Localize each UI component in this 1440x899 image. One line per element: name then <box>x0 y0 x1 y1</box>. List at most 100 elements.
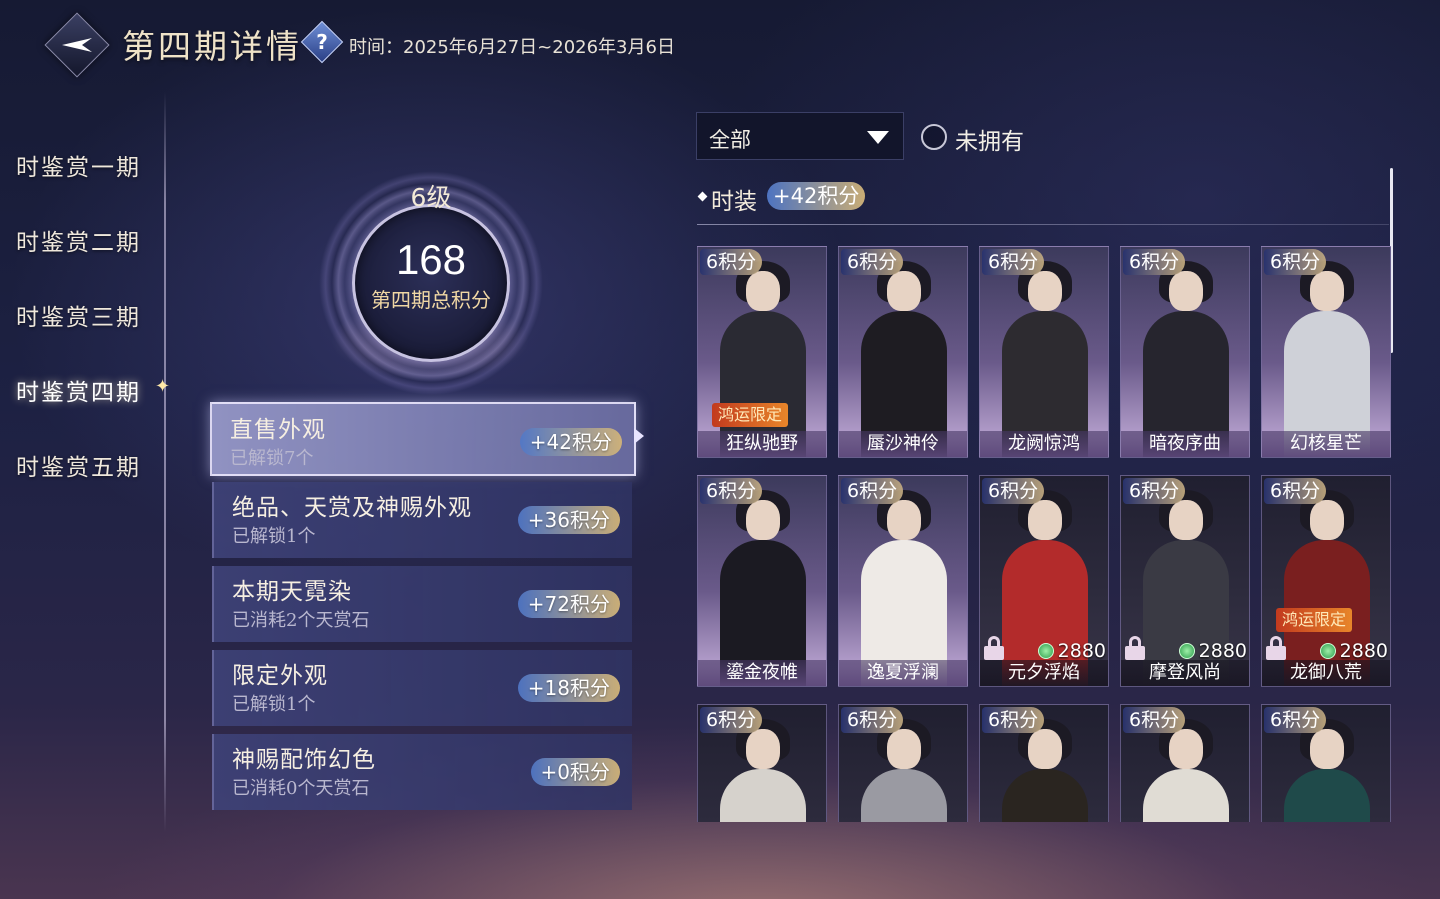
character-outfit <box>1284 769 1370 822</box>
card-points-badge: 6积分 <box>841 478 904 504</box>
character-outfit <box>861 769 947 822</box>
period-time: 时间：2025年6月27日~2026年3月6日 <box>349 37 675 58</box>
lock-icon <box>1266 636 1286 660</box>
card-name: 龙御八荒 <box>1262 660 1390 686</box>
character-outfit <box>1143 769 1229 822</box>
page-title: 第四期详情 <box>122 27 302 66</box>
nav-item-period-5[interactable]: 时鉴赏五期 <box>16 448 141 482</box>
category-limited[interactable]: 限定外观 已解锁1个 +18积分 <box>212 650 632 726</box>
outfit-card[interactable]: 6积分 暗夜序曲 <box>1120 246 1250 458</box>
price-value: 2880 <box>1057 640 1106 662</box>
card-points-badge: 6积分 <box>841 249 904 275</box>
category-title: 本期天霓染 <box>232 579 352 605</box>
character-face <box>887 729 921 769</box>
outfit-card[interactable]: 6积分 鎏金夜帷 <box>697 475 827 687</box>
card-points-badge: 6积分 <box>700 478 763 504</box>
card-price: 2880 <box>1319 640 1388 662</box>
outfit-card[interactable]: 6积分 逸夏浮澜 <box>838 475 968 687</box>
question-icon[interactable]: ? <box>307 27 337 57</box>
filter-value: 全部 <box>709 128 751 152</box>
active-marker-icon: ✦ <box>155 376 171 397</box>
outfit-card[interactable]: 6积分 2880 摩登风尚 <box>1120 475 1250 687</box>
lock-icon <box>984 636 1004 660</box>
card-points-badge: 6积分 <box>1123 478 1186 504</box>
outfit-card[interactable]: 6积分 <box>1120 704 1250 822</box>
lock-icon <box>1125 636 1145 660</box>
category-subtitle: 已消耗2个天赏石 <box>232 610 370 631</box>
card-price: 2880 <box>1178 640 1247 662</box>
section-bullet-icon <box>697 191 708 202</box>
not-owned-radio[interactable] <box>921 124 947 150</box>
card-price: 2880 <box>1037 640 1106 662</box>
outfit-card[interactable]: 6积分 <box>1261 704 1391 822</box>
card-points-badge: 6积分 <box>1123 707 1186 733</box>
category-title: 神赐配饰幻色 <box>232 747 376 773</box>
card-points-badge: 6积分 <box>1264 478 1327 504</box>
outfit-card[interactable]: 6积分 鸿运限定 狂纵驰野 <box>697 246 827 458</box>
outfit-card[interactable]: 6积分蜃沙神伶 <box>838 246 968 458</box>
character-face <box>1028 271 1062 311</box>
level-text: 6级 <box>410 183 452 212</box>
outfit-card[interactable]: 6积分 幻核星芒 <box>1261 246 1391 458</box>
back-arrow-icon[interactable] <box>54 22 100 68</box>
card-points-badge: 6积分 <box>982 478 1045 504</box>
nav-item-period-1[interactable]: 时鉴赏一期 <box>16 148 141 182</box>
card-points-badge: 6积分 <box>982 249 1045 275</box>
character-outfit <box>1002 769 1088 822</box>
category-points-badge: +42积分 <box>519 428 622 456</box>
category-dye[interactable]: 本期天霓染 已消耗2个天赏石 +72积分 <box>212 566 632 642</box>
outfit-card[interactable]: 6积分 2880 元夕浮焰 <box>979 475 1109 687</box>
character-face <box>1169 729 1203 769</box>
character-face <box>1310 500 1344 540</box>
category-points-badge: +18积分 <box>517 674 620 702</box>
card-name: 蜃沙神伶 <box>839 431 967 457</box>
outfit-card[interactable]: 6积分 <box>979 704 1109 822</box>
card-name: 元夕浮焰 <box>980 660 1108 686</box>
outfit-card[interactable]: 6积分 <box>697 704 827 822</box>
character-face <box>1169 500 1203 540</box>
category-points-badge: +0积分 <box>530 758 620 786</box>
outfit-grid: 6积分 鸿运限定 狂纵驰野 6积分 蜃沙神伶 6积分 龙阙惊鸿 6积分 暗夜序曲 6积分 幻核星芒 6… <box>697 246 1392 822</box>
nav-item-period-3[interactable]: 时鉴赏三期 <box>16 298 141 332</box>
category-title: 限定外观 <box>232 663 328 689</box>
character-face <box>1028 729 1062 769</box>
filter-dropdown[interactable]: 全部 <box>696 112 904 160</box>
nav-item-period-2[interactable]: 时鉴赏二期 <box>16 223 141 257</box>
category-title: 绝品、天赏及神赐外观 <box>232 495 472 521</box>
limited-badge: 鸿运限定 <box>712 403 789 427</box>
category-points-badge: +36积分 <box>517 506 620 534</box>
outfit-card[interactable]: 6积分 鸿运限定 2880 龙御八荒 <box>1261 475 1391 687</box>
category-premium[interactable]: 绝品、天赏及神赐外观 已解锁1个 +36积分 <box>212 482 632 558</box>
card-points-badge: 6积分 <box>700 707 763 733</box>
card-points-badge: 6积分 <box>841 707 904 733</box>
character-outfit <box>720 769 806 822</box>
jade-coin-icon <box>1319 643 1336 659</box>
jade-coin-icon <box>1037 643 1054 659</box>
character-face <box>1169 271 1203 311</box>
character-face <box>746 500 780 540</box>
character-face <box>746 729 780 769</box>
category-direct-sale[interactable]: 直售外观 已解锁7个 +42积分 <box>210 402 636 476</box>
character-face <box>1310 729 1344 769</box>
category-subtitle: 已消耗0个天赏石 <box>232 778 370 799</box>
card-points-badge: 6积分 <box>1264 249 1327 275</box>
section-divider <box>697 224 1389 225</box>
card-name: 摩登风尚 <box>1121 660 1249 686</box>
character-face <box>1028 500 1062 540</box>
jade-coin-icon <box>1178 643 1195 659</box>
active-pointer-icon <box>634 428 644 444</box>
price-value: 2880 <box>1198 640 1247 662</box>
section-points-badge: +42积分 <box>767 182 866 210</box>
not-owned-label[interactable]: 未拥有 <box>955 122 1024 156</box>
triangle-down-icon <box>867 131 889 144</box>
character-face <box>1310 271 1344 311</box>
total-score: 168 <box>395 236 467 283</box>
nav-divider <box>164 92 166 832</box>
category-accessory-color[interactable]: 神赐配饰幻色 已消耗0个天赏石 +0积分 <box>212 734 632 810</box>
nav-item-period-4[interactable]: 时鉴赏四期 <box>16 373 141 407</box>
card-points-badge: 6积分 <box>1264 707 1327 733</box>
outfit-card[interactable]: 6积分 <box>838 704 968 822</box>
category-points-badge: +72积分 <box>517 590 620 618</box>
outfit-card[interactable]: 6积分 龙阙惊鸿 <box>979 246 1109 458</box>
character-face <box>887 500 921 540</box>
